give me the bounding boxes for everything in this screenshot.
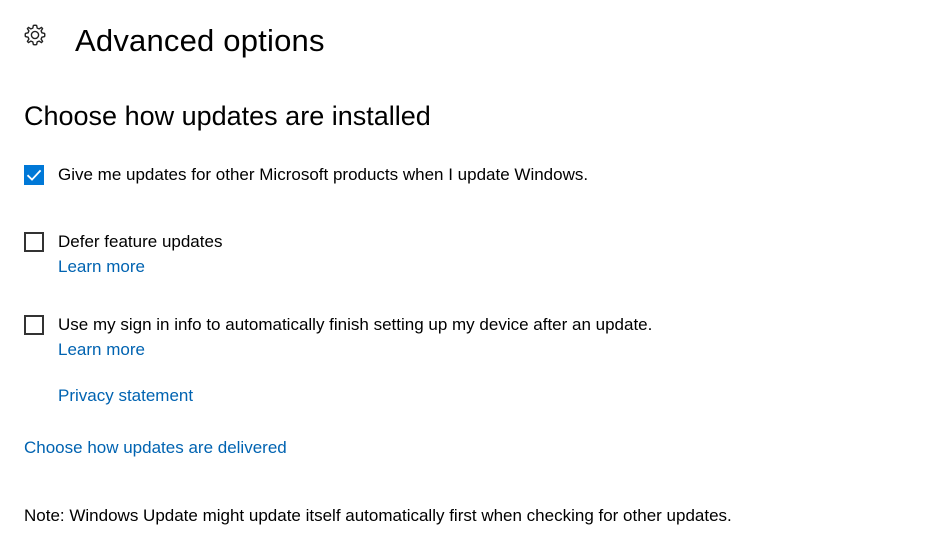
defer-feature-updates-label: Defer feature updates [58,232,223,251]
checkmark-icon [26,169,42,181]
gear-icon [22,22,48,48]
page-title: Advanced options [75,23,325,58]
sign-in-info-checkbox[interactable] [24,315,44,335]
delivery-options-link[interactable]: Choose how updates are delivered [24,438,287,458]
defer-feature-updates-checkbox[interactable] [24,232,44,252]
other-products-checkbox[interactable] [24,165,44,185]
defer-learn-more-link[interactable]: Learn more [58,257,145,277]
update-note: Note: Windows Update might update itself… [24,506,732,525]
page-header [22,22,48,48]
sign-in-learn-more-link[interactable]: Learn more [58,340,145,360]
other-products-label: Give me updates for other Microsoft prod… [58,165,589,184]
sign-in-info-label: Use my sign in info to automatically fin… [58,315,653,334]
privacy-statement-link[interactable]: Privacy statement [58,386,193,406]
section-title: Choose how updates are installed [24,101,431,131]
